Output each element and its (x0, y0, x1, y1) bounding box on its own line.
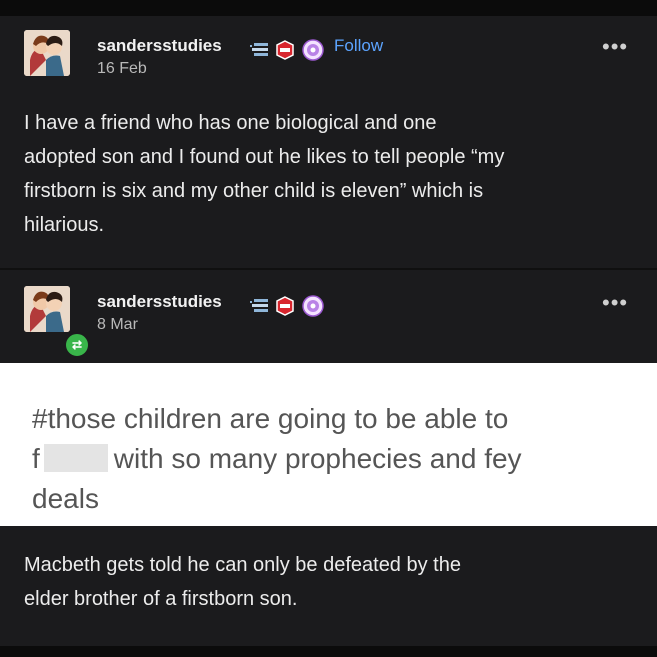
username[interactable]: sandersstudies (97, 36, 222, 56)
post-body-line: hilarious. (24, 214, 105, 236)
bottom-edge (0, 646, 657, 657)
top-edge (0, 0, 657, 16)
post-date[interactable]: 16 Feb (97, 60, 147, 78)
tags-section: #those children are going to be able to … (0, 363, 657, 526)
username[interactable]: sandersstudies (97, 292, 222, 312)
post-body-line: adopted son and I found out he likes to … (24, 146, 505, 168)
purple-flower-badge-icon (302, 39, 324, 61)
avatar[interactable] (24, 286, 70, 332)
post-body: I have a friend who has one biological a… (24, 106, 634, 242)
post-body-line: I have a friend who has one biological a… (24, 112, 437, 134)
tag-line[interactable]: f with so many prophecies and fey (32, 439, 632, 479)
book-stack-icon (250, 298, 272, 314)
more-options-icon[interactable]: ••• (602, 36, 628, 58)
post-date[interactable]: 8 Mar (97, 316, 138, 334)
red-hexagon-badge-icon (275, 40, 295, 60)
red-hexagon-badge-icon (275, 296, 295, 316)
post-original: sandersstudies Follow ••• 16 Feb I have … (0, 16, 657, 268)
reblog-icon: ⇄ (64, 332, 90, 358)
tag-line[interactable]: #those children are going to be able to (32, 399, 632, 439)
avatar[interactable] (24, 30, 70, 76)
post-body-line: elder brother of a firstborn son. (24, 588, 298, 610)
redaction-blur (43, 444, 108, 472)
post-body: Macbeth gets told he can only be defeate… (24, 548, 634, 616)
post-reblog: ⇄ sandersstudies ••• 8 Mar (0, 270, 657, 363)
purple-flower-badge-icon (302, 295, 324, 317)
tag-text: with so many prophecies and fey (113, 443, 522, 474)
post-body-line: firstborn is six and my other child is e… (24, 180, 484, 202)
tag-line[interactable]: deals (32, 479, 632, 519)
book-stack-icon (250, 42, 272, 58)
follow-button[interactable]: Follow (334, 36, 383, 56)
tag-text: f (32, 443, 40, 474)
post-body-line: Macbeth gets told he can only be defeate… (24, 554, 461, 576)
tags-text: #those children are going to be able to … (32, 399, 632, 519)
more-options-icon[interactable]: ••• (602, 292, 628, 314)
post-reply: Macbeth gets told he can only be defeate… (0, 526, 657, 646)
